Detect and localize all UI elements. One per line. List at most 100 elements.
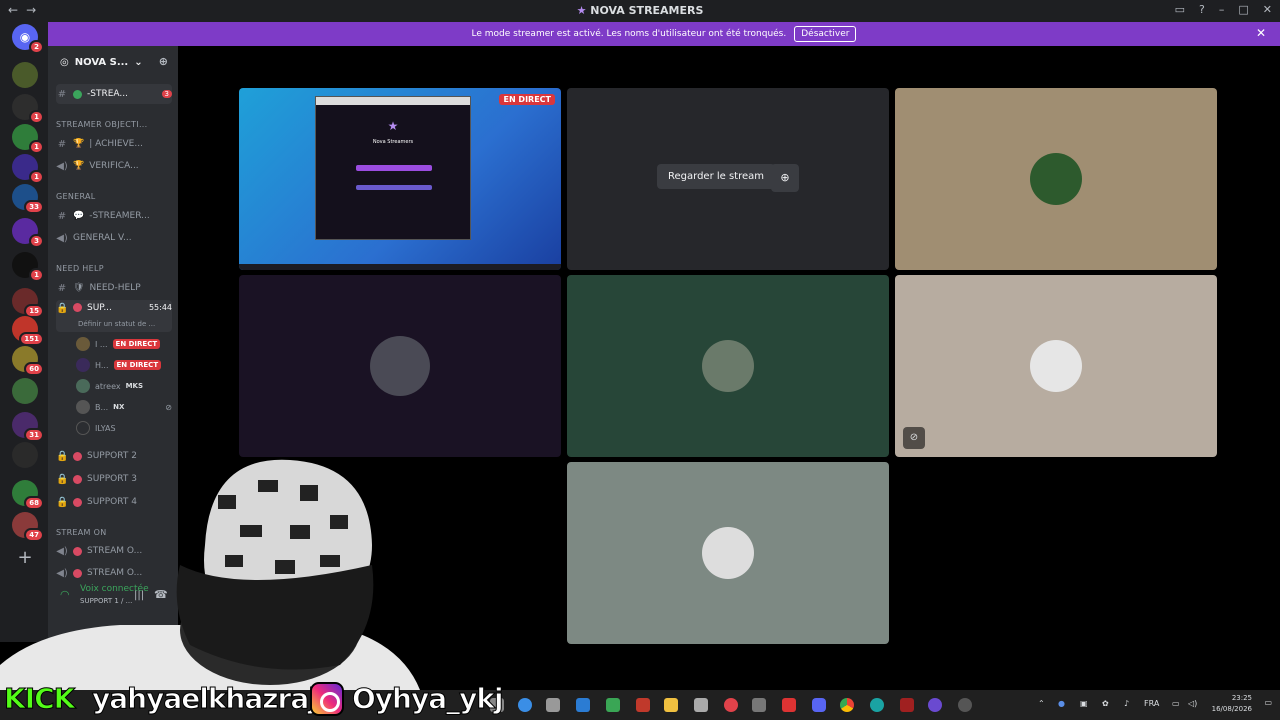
category-streamer-objectif[interactable]: STREAMER OBJECTI...: [56, 114, 172, 134]
guild-header[interactable]: ◎ NOVA S... ⌄ ⊕: [48, 46, 178, 78]
tray-app-icon[interactable]: ▣: [1080, 699, 1088, 708]
stream-tile-preview[interactable]: Regarder le stream ⊕: [567, 88, 889, 270]
server-icon[interactable]: 151: [12, 316, 44, 346]
participant-tile[interactable]: [239, 275, 561, 457]
banner-text: Le mode streamer est activé. Les noms d'…: [471, 29, 787, 39]
hashtag-icon: #: [57, 210, 67, 222]
trophy-icon: 🏆: [73, 161, 85, 171]
user-name: atreex: [95, 381, 121, 391]
user-name: I ...: [95, 339, 108, 349]
tray-app-icon[interactable]: ✿: [1102, 699, 1109, 708]
copilot-icon[interactable]: [518, 698, 532, 712]
volume-icon[interactable]: ◁): [1188, 699, 1197, 708]
channel-stream[interactable]: # -STREA... 3: [56, 84, 172, 104]
server-icon[interactable]: [12, 378, 38, 404]
edge-icon[interactable]: [870, 698, 884, 712]
app-icon[interactable]: [928, 698, 942, 712]
server-icon[interactable]: 1: [12, 94, 44, 124]
tray-app-icon[interactable]: ●: [1058, 699, 1065, 708]
voice-user[interactable]: ILYAS: [76, 418, 172, 438]
server-icon[interactable]: 1: [12, 124, 44, 154]
minimize-button[interactable]: –: [1219, 3, 1225, 16]
server-badge: 33: [24, 200, 44, 214]
voice-user[interactable]: H... EN DIRECT: [76, 355, 172, 375]
server-icon[interactable]: 60: [12, 346, 44, 376]
settings-icon[interactable]: [958, 698, 972, 712]
category-general[interactable]: GENERAL: [56, 186, 172, 206]
shield-icon: 🛡: [73, 283, 85, 293]
server-icon[interactable]: 1: [12, 252, 44, 282]
voice-status-text[interactable]: Définir un statut de ...: [78, 320, 155, 328]
channel-label: VERIFICA...: [89, 161, 139, 171]
disable-streamer-mode-button[interactable]: Désactiver: [794, 26, 857, 42]
store-icon[interactable]: [694, 698, 708, 712]
discord-home-icon[interactable]: ◉ 2: [12, 24, 44, 54]
close-button[interactable]: ✕: [1263, 3, 1272, 16]
app-icon[interactable]: [782, 698, 796, 712]
app-icon[interactable]: [636, 698, 650, 712]
app-icon[interactable]: [752, 698, 766, 712]
watch-stream-button[interactable]: Regarder le stream: [657, 164, 776, 189]
trophy-icon: 🏆: [73, 139, 85, 149]
participant-tile[interactable]: [567, 275, 889, 457]
unread-badge: 3: [161, 90, 172, 98]
network-icon[interactable]: ▭: [1172, 699, 1180, 708]
folder-icon[interactable]: [664, 698, 678, 712]
system-clock[interactable]: 23:25 16/08/2026: [1212, 693, 1252, 715]
server-icon-active[interactable]: 3: [12, 218, 44, 248]
maximize-button[interactable]: □: [1238, 3, 1248, 16]
channel-verifica[interactable]: ◀) 🏆 VERIFICA...: [56, 156, 172, 176]
microphone-icon[interactable]: ♪: [1124, 699, 1129, 708]
help-icon[interactable]: ?: [1199, 3, 1205, 16]
instagram-handle: Oyhya_ykj: [352, 682, 505, 716]
channel-label: GENERAL V...: [73, 233, 132, 243]
server-icon[interactable]: 1: [12, 154, 44, 184]
voice-user[interactable]: atreex MKS: [76, 376, 172, 396]
category-need-help[interactable]: NEED HELP: [56, 258, 172, 278]
chevron-up-icon[interactable]: ⌃: [1038, 699, 1045, 708]
watch-popout-icon[interactable]: ⊕: [771, 164, 799, 192]
avatar: [76, 379, 90, 393]
app-icon[interactable]: [900, 698, 914, 712]
server-badge: 1: [29, 170, 44, 184]
live-badge: EN DIRECT: [499, 94, 555, 105]
status-dot-icon: [73, 89, 82, 99]
participant-tile[interactable]: [895, 88, 1217, 270]
app-icon[interactable]: [606, 698, 620, 712]
clock-time: 23:25: [1231, 694, 1252, 702]
channel-need-help[interactable]: # 🛡 NEED-HELP: [56, 278, 172, 298]
server-badge: 2: [29, 40, 44, 54]
app-icon[interactable]: [546, 698, 560, 712]
live-badge: EN DIRECT: [112, 339, 161, 349]
chrome-icon[interactable]: [840, 698, 854, 712]
language-indicator[interactable]: FRA: [1144, 699, 1159, 708]
stream-tile-screenshare[interactable]: ★ Nova Streamers EN DIRECT: [239, 88, 561, 270]
discord-icon[interactable]: [812, 698, 826, 712]
server-icon[interactable]: 31: [12, 412, 44, 442]
channel-streamer-chat[interactable]: # 💬 -STREAMER...: [56, 206, 172, 226]
mic-muted-icon: ⊘: [903, 427, 925, 449]
user-tag: MKS: [125, 382, 144, 390]
category-label: NEED HELP: [56, 263, 104, 273]
server-icon[interactable]: 33: [12, 184, 44, 214]
voice-user[interactable]: I ... EN DIRECT: [76, 334, 172, 354]
nova-logo-icon: ★: [387, 119, 399, 133]
participant-tile[interactable]: [567, 462, 889, 644]
participant-tile[interactable]: ⊘: [895, 275, 1217, 457]
channel-achieve[interactable]: # 🏆 | ACHIEVE...: [56, 134, 172, 154]
opera-icon[interactable]: [724, 698, 738, 712]
server-icon[interactable]: 15: [12, 288, 44, 318]
streamer-mode-banner: Le mode streamer est activé. Les noms d'…: [48, 22, 1280, 46]
notification-icon[interactable]: ▭: [1264, 698, 1272, 707]
avatar: [702, 340, 754, 392]
add-member-icon[interactable]: ⊕: [159, 55, 168, 68]
channel-label: SUP...: [87, 303, 112, 313]
instagram-icon: [310, 682, 344, 716]
voice-user[interactable]: B... NX ⊘: [76, 397, 172, 417]
avatar: [76, 400, 90, 414]
channel-general-voice[interactable]: ◀) GENERAL V...: [56, 228, 172, 248]
app-icon[interactable]: [576, 698, 590, 712]
inbox-icon[interactable]: ▭: [1175, 3, 1185, 16]
server-icon[interactable]: [12, 62, 38, 88]
banner-close-icon[interactable]: ✕: [1256, 26, 1266, 40]
